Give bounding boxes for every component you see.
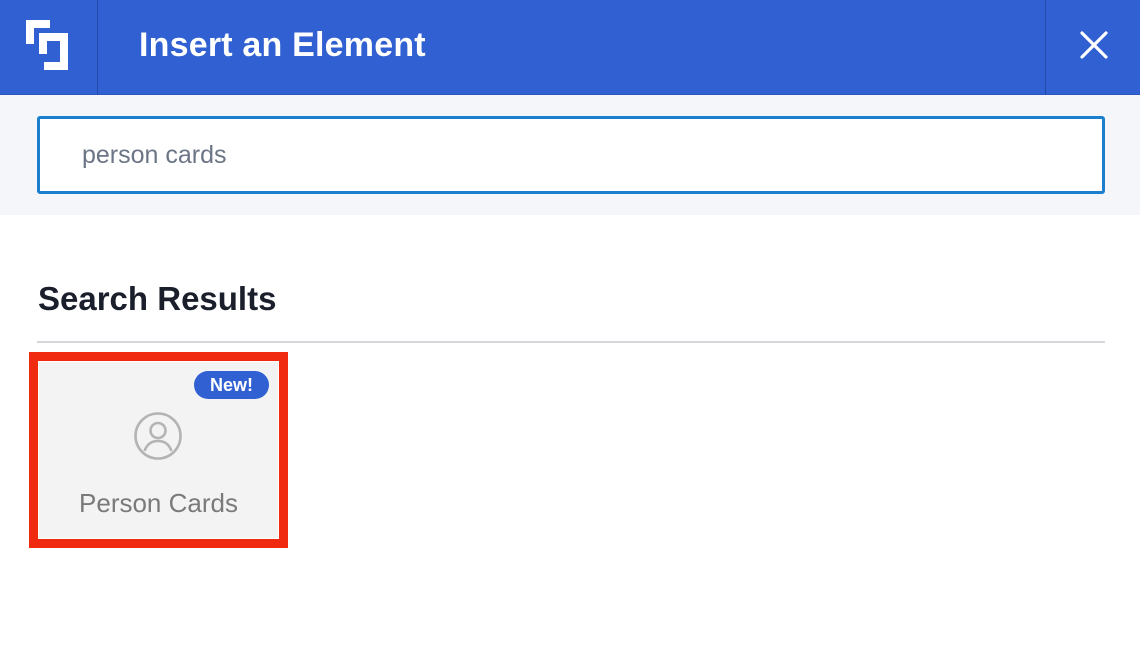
modal-header: Insert an Element — [0, 0, 1140, 95]
close-icon — [1080, 31, 1108, 59]
logo-container — [0, 0, 98, 95]
new-badge: New! — [194, 371, 269, 399]
modal-title: Insert an Element — [139, 26, 426, 64]
divider — [37, 341, 1105, 343]
user-circle-icon — [134, 412, 182, 460]
results-heading: Search Results — [38, 280, 277, 317]
search-input[interactable] — [37, 116, 1105, 194]
card-label: Person Cards — [79, 488, 238, 518]
element-card-person-cards[interactable]: New! Person Cards — [39, 362, 278, 538]
search-bar — [0, 95, 1140, 215]
close-button[interactable] — [1045, 0, 1140, 95]
brand-logo-icon — [26, 20, 68, 70]
